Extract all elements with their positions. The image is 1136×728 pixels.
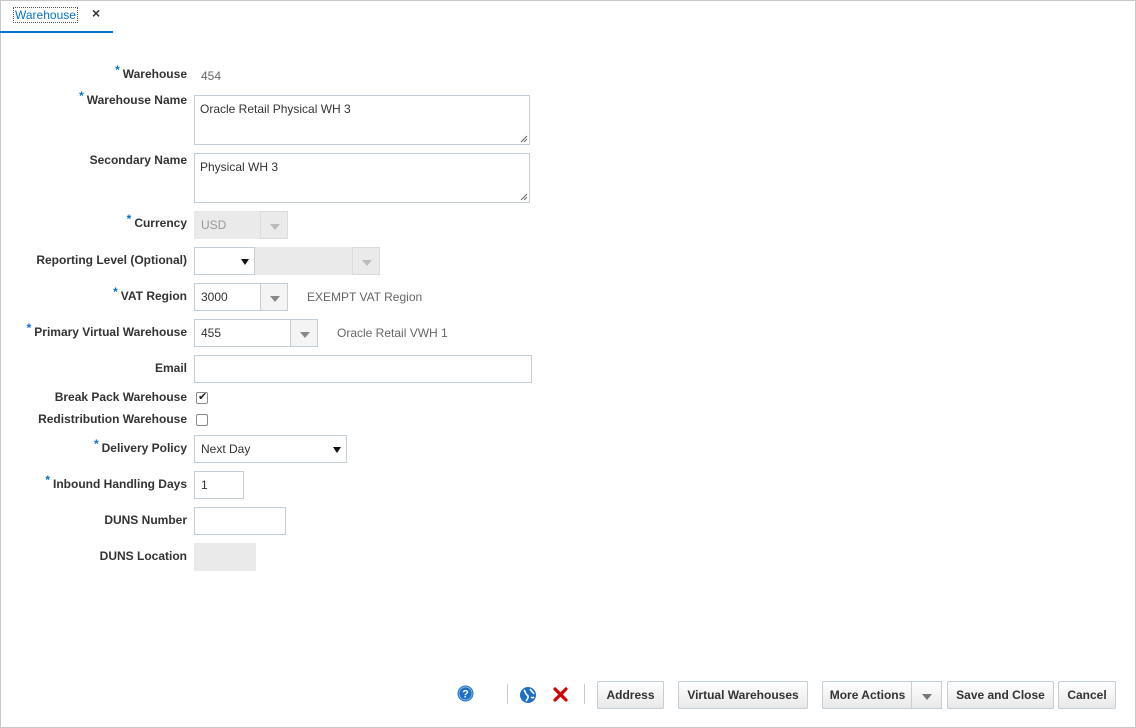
- secondary-name-field[interactable]: Physical WH 3: [194, 153, 530, 203]
- required-icon: *: [45, 473, 50, 487]
- warehouse-name-label: * Warehouse Name: [79, 89, 187, 107]
- primary-virtual-warehouse-input[interactable]: 455: [194, 319, 291, 347]
- reporting-level-select[interactable]: [194, 247, 255, 275]
- toolbar-separator: [584, 684, 585, 704]
- currency-label: * Currency: [126, 212, 187, 230]
- reporting-level-label: Reporting Level (Optional): [36, 253, 187, 267]
- secondary-name-label: Secondary Name: [89, 153, 187, 167]
- resize-grip-icon[interactable]: [520, 135, 528, 143]
- vat-region-description: EXEMPT VAT Region: [307, 290, 423, 304]
- chevron-down-icon: [270, 224, 280, 230]
- duns-number-input[interactable]: [194, 507, 286, 535]
- delete-icon[interactable]: [553, 687, 568, 702]
- warehouse-label: * Warehouse: [115, 63, 187, 81]
- chevron-down-icon: [333, 447, 341, 453]
- toolbar-separator: [507, 684, 508, 704]
- resize-grip-icon[interactable]: [520, 193, 528, 201]
- required-icon: *: [26, 321, 32, 335]
- required-icon: *: [113, 285, 118, 299]
- email-field[interactable]: [194, 355, 532, 383]
- email-label: Email: [154, 361, 187, 375]
- reporting-level-dropdown-button: [352, 247, 380, 275]
- primary-virtual-warehouse-label: * Primary Virtual Warehouse: [26, 321, 187, 339]
- primary-virtual-warehouse-dropdown-button[interactable]: [290, 319, 318, 347]
- redistribution-checkbox[interactable]: [196, 414, 208, 426]
- required-icon: *: [93, 437, 99, 451]
- required-icon: *: [126, 212, 132, 226]
- vat-region-dropdown-button[interactable]: [260, 283, 288, 311]
- break-pack-label: Break Pack Warehouse: [54, 390, 187, 404]
- svg-text:?: ?: [462, 689, 469, 701]
- vat-region-label: * VAT Region: [113, 285, 187, 303]
- duns-number-label: DUNS Number: [104, 513, 187, 527]
- tab-warehouse[interactable]: Warehouse ×: [0, 0, 113, 33]
- currency-dropdown-button: [260, 211, 288, 239]
- cancel-button[interactable]: Cancel: [1058, 681, 1116, 709]
- chevron-down-icon: [300, 332, 310, 338]
- save-and-close-button[interactable]: Save and Close: [947, 681, 1054, 709]
- chevron-down-icon: [362, 260, 372, 266]
- globe-icon[interactable]: [519, 686, 537, 704]
- reporting-level-value-input: [255, 247, 353, 275]
- required-icon: *: [115, 63, 120, 77]
- delivery-policy-select[interactable]: Next Day: [194, 435, 347, 463]
- redistribution-label: Redistribution Warehouse: [38, 412, 187, 426]
- more-actions-dropdown-button[interactable]: [911, 681, 942, 709]
- chevron-down-icon: [922, 694, 932, 700]
- vat-region-input[interactable]: 3000: [194, 283, 261, 311]
- checkmark-icon: ✔: [198, 391, 208, 403]
- help-icon[interactable]: ?: [457, 685, 474, 702]
- address-button[interactable]: Address: [597, 681, 664, 709]
- virtual-warehouses-button[interactable]: Virtual Warehouses: [678, 681, 808, 709]
- chevron-down-icon: [270, 296, 280, 302]
- primary-virtual-warehouse-description: Oracle Retail VWH 1: [337, 326, 448, 340]
- warehouse-value: 454: [201, 69, 222, 83]
- duns-location-label: DUNS Location: [99, 549, 187, 563]
- tab-label[interactable]: Warehouse: [13, 7, 78, 23]
- currency-input: USD: [194, 211, 261, 239]
- inbound-handling-days-label: * Inbound Handling Days: [45, 473, 187, 491]
- chevron-down-icon: [241, 259, 249, 265]
- more-actions-button[interactable]: More Actions: [822, 681, 912, 709]
- tab-close-icon[interactable]: ×: [92, 5, 100, 21]
- inbound-handling-days-input[interactable]: 1: [194, 471, 244, 499]
- break-pack-checkbox[interactable]: ✔: [196, 391, 208, 404]
- warehouse-name-field[interactable]: Oracle Retail Physical WH 3: [194, 95, 530, 145]
- required-icon: *: [79, 89, 84, 103]
- duns-location-input: [194, 543, 256, 571]
- delivery-policy-label: * Delivery Policy: [93, 437, 187, 455]
